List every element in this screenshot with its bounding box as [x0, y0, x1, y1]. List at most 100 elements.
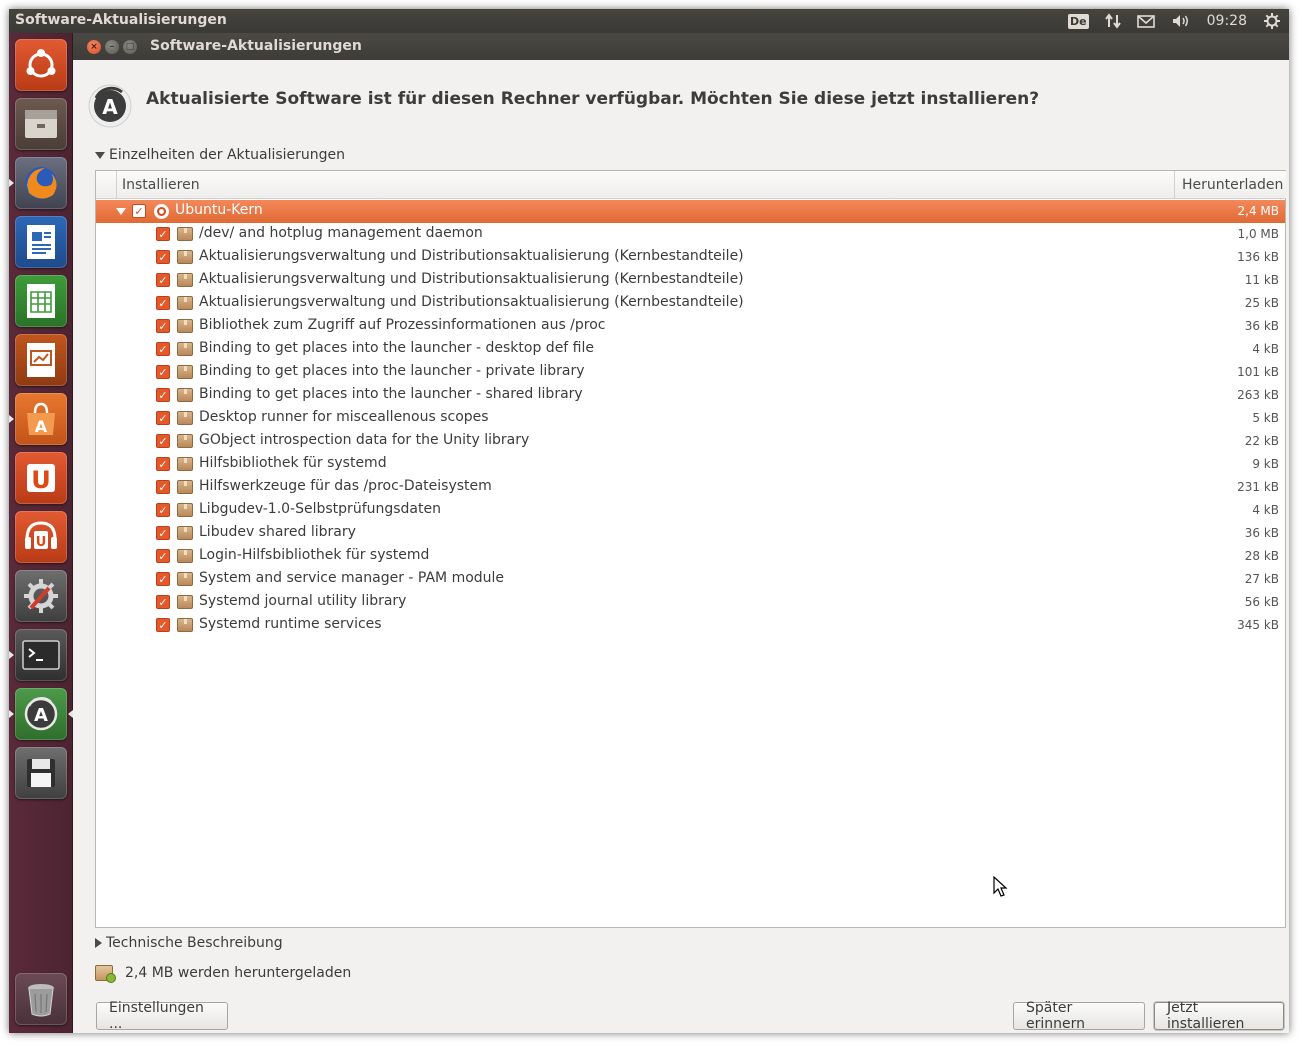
- software-center-icon[interactable]: A: [15, 393, 67, 445]
- package-checkbox[interactable]: ✓: [156, 296, 170, 310]
- package-checkbox[interactable]: ✓: [156, 549, 170, 563]
- update-manager-icon[interactable]: A: [15, 688, 67, 740]
- window-titlebar[interactable]: × – □ Software-Aktualisierungen: [73, 33, 1289, 60]
- window-title: Software-Aktualisierungen: [150, 38, 362, 54]
- svg-text:A: A: [102, 95, 118, 119]
- save-icon[interactable]: [15, 747, 67, 799]
- network-icon[interactable]: [1097, 9, 1129, 33]
- settings-button[interactable]: Einstellungen ...: [96, 1000, 228, 1032]
- package-icon: [177, 595, 193, 609]
- close-window-button[interactable]: ×: [87, 40, 101, 54]
- updates-list[interactable]: Installieren Herunterladen ✓ Ubuntu-Kern…: [95, 170, 1286, 928]
- package-checkbox[interactable]: ✓: [156, 365, 170, 379]
- update-manager-window: × – □ Software-Aktualisierungen A Aktual…: [73, 33, 1289, 1033]
- maximize-window-button[interactable]: □: [123, 40, 137, 54]
- remind-later-button[interactable]: Später erinnern: [1013, 1000, 1145, 1032]
- package-row[interactable]: ✓ System and service manager - PAM module…: [96, 568, 1285, 591]
- clock[interactable]: 09:28: [1199, 9, 1255, 33]
- package-checkbox[interactable]: ✓: [156, 457, 170, 471]
- package-row[interactable]: ✓ Aktualisierungsverwaltung und Distribut…: [96, 269, 1285, 292]
- tech-description-expander[interactable]: Technische Beschreibung: [95, 935, 283, 951]
- details-expander[interactable]: Einzelheiten der Aktualisierungen: [95, 147, 345, 163]
- package-name: Aktualisierungsverwaltung und Distributi…: [199, 248, 744, 264]
- package-checkbox[interactable]: ✓: [156, 618, 170, 632]
- package-size: 1,0 MB: [1237, 227, 1279, 241]
- package-checkbox[interactable]: ✓: [156, 273, 170, 287]
- keyboard-layout-indicator[interactable]: De: [1060, 9, 1097, 33]
- package-row[interactable]: ✓ Bibliothek zum Zugriff auf Prozessinfor…: [96, 315, 1285, 338]
- package-size: 11 kB: [1244, 273, 1279, 287]
- package-row[interactable]: ✓ Binding to get places into the launcher…: [96, 384, 1285, 407]
- expander-open-arrow-icon: [95, 151, 105, 159]
- package-row[interactable]: ✓ Libudev shared library 36 kB: [96, 522, 1285, 545]
- package-checkbox[interactable]: ✓: [156, 342, 170, 356]
- package-icon: [177, 342, 193, 356]
- top-panel: Software-Aktualisierungen De 09:28: [9, 9, 1289, 33]
- package-icon: [177, 526, 193, 540]
- package-row[interactable]: ✓ Binding to get places into the launcher…: [96, 338, 1285, 361]
- calc-icon[interactable]: [15, 275, 67, 327]
- package-checkbox[interactable]: ✓: [156, 503, 170, 517]
- mail-icon[interactable]: [1129, 9, 1163, 33]
- package-size: 136 kB: [1237, 250, 1279, 264]
- package-row[interactable]: ✓ Binding to get places into the launcher…: [96, 361, 1285, 384]
- group-collapse-arrow-icon[interactable]: [116, 208, 126, 215]
- package-row[interactable]: ✓ Hilfsbibliothek für systemd 9 kB: [96, 453, 1285, 476]
- trash-icon[interactable]: [15, 973, 67, 1025]
- package-name: /dev/ and hotplug management daemon: [199, 225, 483, 241]
- package-checkbox[interactable]: ✓: [156, 480, 170, 494]
- package-row[interactable]: ✓ Desktop runner for misceallenous scopes…: [96, 407, 1285, 430]
- files-icon[interactable]: [15, 98, 67, 150]
- package-name: Binding to get places into the launcher …: [199, 386, 583, 402]
- package-size: 263 kB: [1237, 388, 1279, 402]
- package-checkbox[interactable]: ✓: [156, 227, 170, 241]
- package-row[interactable]: ✓ Systemd journal utility library 56 kB: [96, 591, 1285, 614]
- package-row[interactable]: ✓ Libgudev-1.0-Selbstprüfungsdaten 4 kB: [96, 499, 1285, 522]
- package-checkbox[interactable]: ✓: [156, 411, 170, 425]
- package-checkbox[interactable]: ✓: [156, 250, 170, 264]
- keyboard-layout-icon: De: [1068, 13, 1089, 29]
- ubuntu-one-music-icon[interactable]: U: [15, 511, 67, 563]
- package-icon: [177, 411, 193, 425]
- svg-text:U: U: [36, 535, 47, 550]
- package-row[interactable]: ✓ Login-Hilfsbibliothek für systemd 28 kB: [96, 545, 1285, 568]
- package-size: 9 kB: [1252, 457, 1279, 471]
- package-row[interactable]: ✓ Aktualisierungsverwaltung und Distribut…: [96, 292, 1285, 315]
- package-checkbox[interactable]: ✓: [156, 595, 170, 609]
- package-row[interactable]: ✓ Systemd runtime services 345 kB: [96, 614, 1285, 637]
- install-now-button[interactable]: Jetzt installieren: [1154, 1000, 1284, 1032]
- minimize-window-button[interactable]: –: [105, 40, 119, 54]
- package-checkbox[interactable]: ✓: [156, 319, 170, 333]
- terminal-icon[interactable]: [15, 629, 67, 681]
- writer-icon[interactable]: [15, 216, 67, 268]
- updates-rows: ✓ Ubuntu-Kern 2,4 MB ✓ /dev/ and hotplug …: [96, 200, 1285, 637]
- volume-icon[interactable]: [1163, 9, 1199, 33]
- package-name: GObject introspection data for the Unity…: [199, 432, 530, 448]
- package-row[interactable]: ✓ Aktualisierungsverwaltung und Distribut…: [96, 246, 1285, 269]
- package-checkbox[interactable]: ✓: [156, 526, 170, 540]
- ubuntu-dash-icon[interactable]: [15, 39, 67, 91]
- package-icon: [177, 227, 193, 241]
- package-name: Desktop runner for misceallenous scopes: [199, 409, 489, 425]
- system-settings-icon[interactable]: [15, 570, 67, 622]
- package-checkbox[interactable]: ✓: [156, 572, 170, 586]
- column-header-download[interactable]: Herunterladen: [1175, 171, 1286, 199]
- package-row[interactable]: ✓ GObject introspection data for the Unit…: [96, 430, 1285, 453]
- session-gear-icon[interactable]: [1255, 9, 1289, 33]
- details-expander-label: Einzelheiten der Aktualisierungen: [109, 147, 346, 163]
- package-size: 4 kB: [1252, 503, 1279, 517]
- package-checkbox[interactable]: ✓: [156, 434, 170, 448]
- package-icon: [177, 618, 193, 632]
- column-header-install[interactable]: Installieren: [117, 171, 1175, 199]
- svg-text:U: U: [31, 466, 51, 494]
- group-row-ubuntu-core[interactable]: ✓ Ubuntu-Kern 2,4 MB: [96, 200, 1285, 223]
- update-headline: Aktualisierte Software ist für diesen Re…: [146, 89, 1040, 109]
- package-row[interactable]: ✓ /dev/ and hotplug management daemon 1,0 …: [96, 223, 1285, 246]
- package-checkbox[interactable]: ✓: [156, 388, 170, 402]
- ubuntu-one-icon[interactable]: U: [15, 452, 67, 504]
- package-row[interactable]: ✓ Hilfswerkzeuge für das /proc-Dateisyste…: [96, 476, 1285, 499]
- group-checkbox[interactable]: ✓: [132, 204, 146, 218]
- impress-icon[interactable]: [15, 334, 67, 386]
- package-size: 101 kB: [1237, 365, 1279, 379]
- firefox-icon[interactable]: [15, 157, 67, 209]
